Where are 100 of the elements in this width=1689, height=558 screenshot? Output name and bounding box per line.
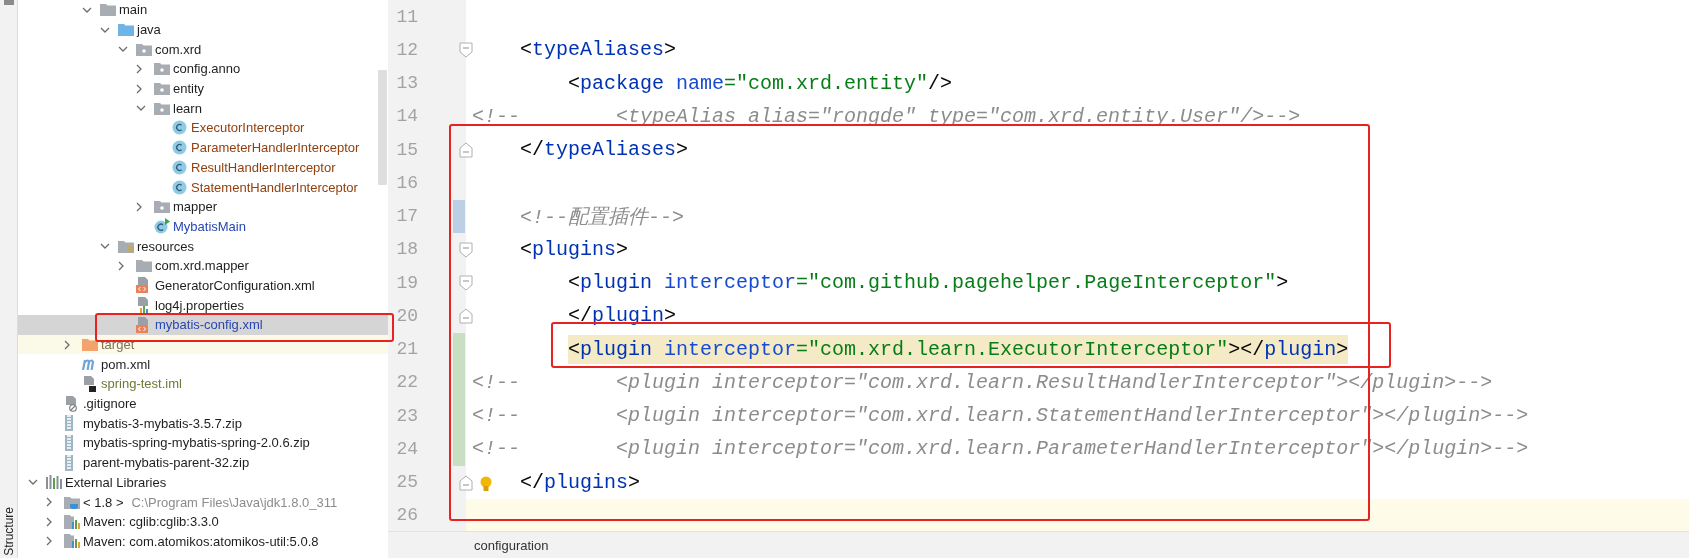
- tree-item-label: GeneratorConfiguration.xml: [155, 277, 315, 293]
- tree-row[interactable]: pom.xml: [18, 354, 388, 375]
- tree-item-label: Maven: com.atomikos:atomikos-util:5.0.8: [83, 533, 319, 549]
- line-number: 21: [395, 339, 418, 360]
- package-icon: [136, 42, 152, 56]
- package-icon: [154, 101, 170, 115]
- tree-row[interactable]: com.xrd.mapper: [18, 255, 388, 276]
- tree-item-label: ParameterHandlerInterceptor: [191, 140, 360, 156]
- tree-item-label: mapper: [173, 199, 218, 215]
- chevron-right-icon[interactable]: [118, 260, 124, 271]
- folder-icon: [118, 23, 134, 37]
- chevron-right-icon[interactable]: [46, 516, 52, 527]
- scrollbar-thumb[interactable]: [378, 70, 387, 185]
- chevron-down-icon[interactable]: [118, 46, 128, 53]
- chevron-down-icon[interactable]: [82, 6, 92, 13]
- line-number: 23: [395, 405, 418, 426]
- code-line: <package name="com.xrd.entity"/>: [568, 70, 953, 97]
- change-marker[interactable]: [453, 432, 465, 466]
- chevron-down-icon[interactable]: [28, 479, 38, 486]
- tree-row[interactable]: parent-mybatis-parent-32.zip: [18, 452, 388, 473]
- line-number: 22: [395, 372, 418, 393]
- tree-item-label: External Libraries: [65, 474, 167, 490]
- class-icon: [172, 120, 187, 136]
- tree-item-label: parent-mybatis-parent-32.zip: [83, 455, 250, 471]
- chevron-right-icon[interactable]: [46, 536, 52, 547]
- tree-item-label: java: [137, 22, 161, 38]
- tree-row[interactable]: External Libraries: [18, 472, 388, 493]
- chevron-right-icon[interactable]: [136, 63, 142, 74]
- line-number: 20: [395, 305, 418, 326]
- tree-item-label: main: [119, 2, 148, 18]
- line-number: 17: [395, 206, 418, 227]
- tree-row[interactable]: learn: [18, 98, 388, 119]
- structure-tab[interactable]: Structure: [1, 507, 16, 556]
- change-marker[interactable]: [453, 332, 465, 366]
- tree-row[interactable]: Maven: com.atomikos:atomikos-util:5.0.8: [18, 531, 388, 552]
- tree-item-label: com.xrd.mapper: [155, 258, 249, 274]
- tree-row[interactable]: Maven: cglib:cglib:3.3.0: [18, 511, 388, 532]
- tree-row[interactable]: java: [18, 19, 388, 40]
- breadcrumb-item[interactable]: configuration: [474, 537, 549, 553]
- tree-item-label: < 1.8 >: [83, 494, 124, 510]
- tree-row[interactable]: main: [18, 0, 388, 20]
- change-marker[interactable]: [453, 199, 465, 233]
- tree-row[interactable]: StatementHandlerInterceptor: [18, 177, 388, 197]
- code-line: </typeAliases>: [520, 137, 689, 164]
- tree-item-label: Maven: cglib:cglib:3.3.0: [83, 514, 219, 530]
- chevron-right-icon[interactable]: [136, 83, 142, 94]
- code-line: <!--配置插件-->: [520, 204, 685, 231]
- archive-icon: [64, 454, 74, 471]
- line-number: 13: [395, 73, 418, 94]
- tree-item-label: ResultHandlerInterceptor: [191, 159, 336, 175]
- folder-icon: [100, 3, 116, 17]
- code-line: </plugin>: [568, 303, 677, 330]
- jdk-icon: [64, 495, 80, 509]
- tree-row[interactable]: resources: [18, 236, 388, 256]
- class-icon: [172, 159, 187, 175]
- chevron-right-icon[interactable]: [46, 497, 52, 508]
- tree-item-label: target: [101, 337, 135, 353]
- code-line: <plugins>: [520, 236, 629, 263]
- chevron-down-icon[interactable]: [136, 105, 146, 112]
- tree-row[interactable]: mybatis-spring-mybatis-spring-2.0.6.zip: [18, 433, 388, 453]
- tree-row[interactable]: mybatis-3-mybatis-3.5.7.zip: [18, 413, 388, 434]
- code-line: <!-- <typeAlias alias="rongde" type="com.xrd.entity.User"/>-->: [472, 103, 1301, 130]
- chevron-down-icon[interactable]: [100, 243, 110, 250]
- xml-file-icon: [136, 277, 150, 294]
- line-number: 14: [395, 106, 418, 127]
- line-number: 15: [395, 139, 418, 160]
- chevron-right-icon[interactable]: [64, 339, 70, 350]
- tree-row[interactable]: config.anno: [18, 59, 388, 79]
- tree-item-label: spring-test.iml: [101, 376, 182, 392]
- tree-row[interactable]: spring-test.iml: [18, 374, 388, 394]
- tool-window-icon[interactable]: [3, 0, 14, 5]
- tree-row[interactable]: MybatisMain: [18, 216, 388, 237]
- code-line: <typeAliases>: [520, 37, 677, 64]
- package-icon: [154, 200, 170, 214]
- tree-row[interactable]: log4j.properties: [18, 295, 388, 315]
- class-icon: [172, 179, 187, 195]
- tree-item-label: .gitignore: [83, 396, 137, 412]
- tree-item-label: mybatis-3-mybatis-3.5.7.zip: [83, 415, 242, 431]
- class-icon: [172, 140, 187, 156]
- tree-row[interactable]: ResultHandlerInterceptor: [18, 157, 388, 178]
- tree-row[interactable]: mapper: [18, 196, 388, 217]
- tree-row[interactable]: mybatis-config.xml: [18, 315, 388, 335]
- tree-row[interactable]: entity: [18, 78, 388, 99]
- jdk-path: C:\Program Files\Java\jdk1.8.0_311: [131, 494, 338, 510]
- tree-item-label: StatementHandlerInterceptor: [191, 179, 358, 195]
- line-number: 18: [395, 239, 418, 260]
- tree-row[interactable]: GeneratorConfiguration.xml: [18, 275, 388, 296]
- tree-row[interactable]: ExecutorInterceptor: [18, 118, 388, 138]
- tree-item-label: log4j.properties: [155, 297, 244, 313]
- tree-row[interactable]: ParameterHandlerInterceptor: [18, 137, 388, 158]
- tree-row[interactable]: < 1.8 > C:\Program Files\Java\jdk1.8.0_311: [18, 492, 388, 512]
- code-line: <plugin interceptor="com.github.pagehelper.PageInterceptor">: [568, 270, 1289, 297]
- libraries-icon: [46, 475, 62, 490]
- chevron-right-icon[interactable]: [136, 201, 142, 212]
- class-icon: [154, 218, 170, 235]
- library-icon: [64, 534, 80, 549]
- tree-row[interactable]: .gitignore: [18, 393, 388, 414]
- line-number: 26: [395, 505, 418, 526]
- tree-row[interactable]: com.xrd: [18, 39, 388, 60]
- chevron-down-icon[interactable]: [100, 26, 110, 33]
